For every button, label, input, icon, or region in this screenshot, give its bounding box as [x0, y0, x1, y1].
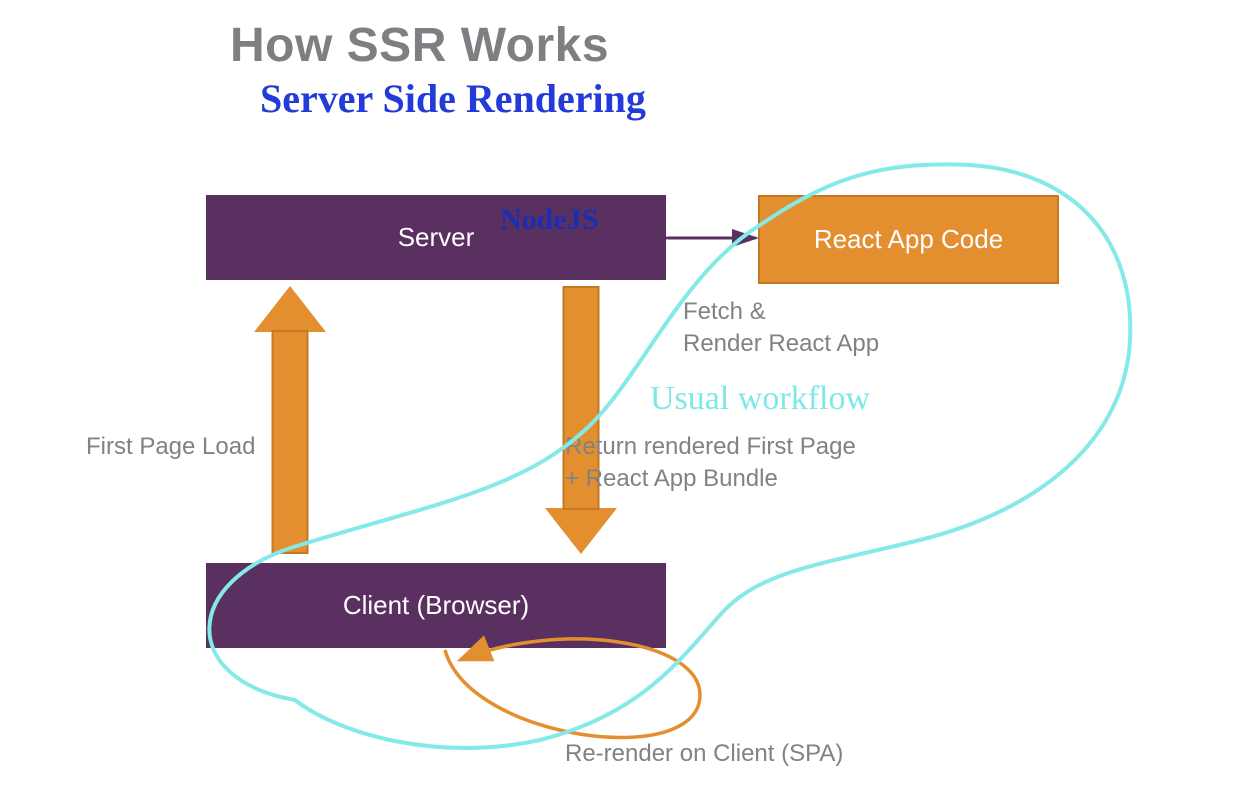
client-label: Client (Browser)	[343, 590, 529, 621]
subtitle-handwritten: Server Side Rendering	[260, 75, 646, 122]
server-label: Server	[398, 222, 475, 253]
usual-workflow-annotation: Usual workflow	[650, 380, 870, 418]
nodejs-annotation: NodeJS	[500, 203, 598, 237]
label-return-rendered: Return rendered First Page+ React App Bu…	[565, 431, 995, 496]
diagram-stage: How SSR Works Server Side Rendering Serv…	[0, 0, 1240, 800]
label-rerender-spa: Re-render on Client (SPA)	[565, 738, 965, 770]
arrow-server-to-client	[543, 286, 619, 554]
label-first-page-load: First Page Load	[86, 431, 286, 463]
label-fetch-render: Fetch &Render React App	[683, 296, 943, 361]
arrow-client-to-server	[252, 286, 328, 554]
react-app-box: React App Code	[758, 195, 1059, 284]
arrow-client-self-loop	[445, 639, 700, 738]
diagram-title: How SSR Works	[230, 18, 609, 73]
client-box: Client (Browser)	[206, 563, 666, 648]
react-app-label: React App Code	[814, 224, 1003, 255]
